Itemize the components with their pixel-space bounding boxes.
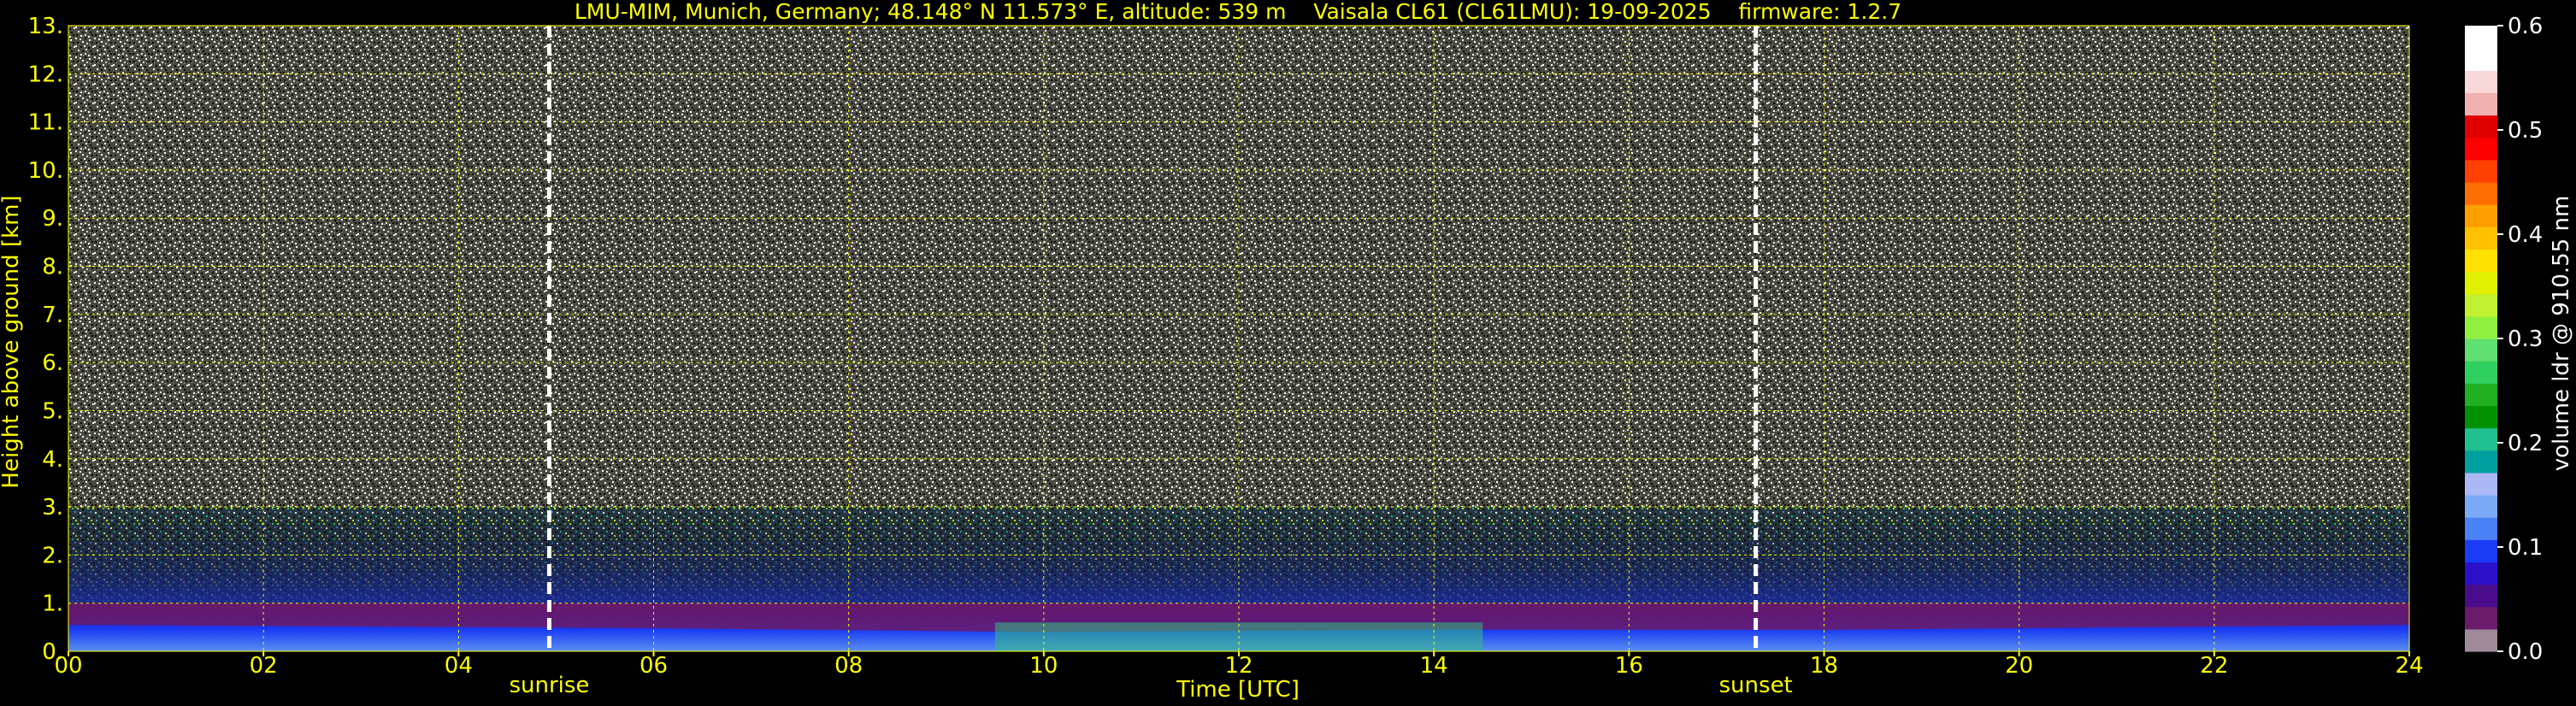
x-tick-label: 08 <box>834 653 863 679</box>
x-tick-label: 14 <box>1420 653 1448 679</box>
y-tick-label: 0. <box>42 639 63 665</box>
colorbar-segment <box>2465 628 2497 652</box>
colorbar-segment <box>2465 70 2497 94</box>
y-tick-label: 9. <box>42 206 63 232</box>
colorbar <box>2465 26 2497 652</box>
colorbar-segment <box>2465 427 2497 451</box>
sunrise-label: sunrise <box>509 673 589 698</box>
x-tick-label: 18 <box>1810 653 1838 679</box>
x-tick-label: 22 <box>2200 653 2228 679</box>
colorbar-segment <box>2465 338 2497 362</box>
y-tick-label: 3. <box>42 495 63 521</box>
y-tick-label: 11. <box>28 110 63 136</box>
colorbar-tick-label: 0.6 <box>2508 14 2543 39</box>
plot-area <box>68 25 2410 652</box>
y-tick-label: 6. <box>42 350 63 376</box>
colorbar-tick-label: 0.5 <box>2508 118 2543 144</box>
colorbar-segment <box>2465 450 2497 474</box>
colorbar-tick-label: 0.4 <box>2508 222 2543 248</box>
colorbar-segment <box>2465 495 2497 518</box>
colorbar-segment <box>2465 48 2497 71</box>
colorbar-segment <box>2465 182 2497 205</box>
y-tick-label: 7. <box>42 303 63 328</box>
colorbar-segment <box>2465 293 2497 317</box>
x-axis-label: Time [UTC] <box>1176 677 1300 703</box>
colorbar-segment <box>2465 405 2497 429</box>
x-tick-label: 16 <box>1615 653 1643 679</box>
colorbar-tick-label: 0.0 <box>2508 639 2543 665</box>
colorbar-segment <box>2465 271 2497 295</box>
colorbar-segment <box>2465 562 2497 585</box>
colorbar-segment <box>2465 383 2497 407</box>
sunset-label: sunset <box>1719 673 1793 698</box>
colorbar-segment <box>2465 584 2497 608</box>
colorbar-segment <box>2465 204 2497 227</box>
colorbar-segment <box>2465 159 2497 183</box>
y-axis-label: Height above ground [km] <box>0 195 24 488</box>
colorbar-label: volume ldr @ 910.55 nm <box>2549 196 2574 472</box>
y-tick-label: 2. <box>42 543 63 568</box>
y-tick-label: 8. <box>42 255 63 280</box>
colorbar-segment <box>2465 606 2497 630</box>
colorbar-segment <box>2465 539 2497 563</box>
colorbar-segment <box>2465 115 2497 138</box>
colorbar-segment <box>2465 137 2497 161</box>
colorbar-tick-label: 0.3 <box>2508 327 2543 352</box>
x-tick-label: 10 <box>1029 653 1058 679</box>
y-tick-label: 5. <box>42 398 63 424</box>
x-tick-label: 20 <box>2005 653 2033 679</box>
colorbar-tick-label: 0.2 <box>2508 431 2543 456</box>
y-tick-label: 4. <box>42 447 63 473</box>
y-tick-label: 12. <box>28 62 63 87</box>
colorbar-segment <box>2465 92 2497 116</box>
colorbar-segment <box>2465 26 2497 49</box>
colorbar-segment <box>2465 517 2497 540</box>
x-tick-label: 04 <box>445 653 473 679</box>
colorbar-tick-label: 0.1 <box>2508 535 2543 561</box>
colorbar-segment <box>2465 227 2497 250</box>
colorbar-segment <box>2465 361 2497 384</box>
colorbar-segment <box>2465 249 2497 273</box>
colorbar-segment <box>2465 472 2497 496</box>
y-tick-label: 1. <box>42 591 63 617</box>
x-tick-label: 24 <box>2395 653 2423 679</box>
x-tick-label: 12 <box>1224 653 1253 679</box>
colorbar-segment <box>2465 315 2497 339</box>
x-tick-label: 06 <box>640 653 668 679</box>
x-tick-label: 02 <box>250 653 278 679</box>
chart-title: LMU-MIM, Munich, Germany; 48.148° N 11.5… <box>575 0 1901 24</box>
y-tick-label: 10. <box>28 158 63 184</box>
ceilometer-figure: 00 02 04 06 08 10 12 14 16 18 20 22 24 0.1.2.3.4.5.6… <box>0 0 2576 706</box>
y-tick-label: 13. <box>28 14 63 39</box>
